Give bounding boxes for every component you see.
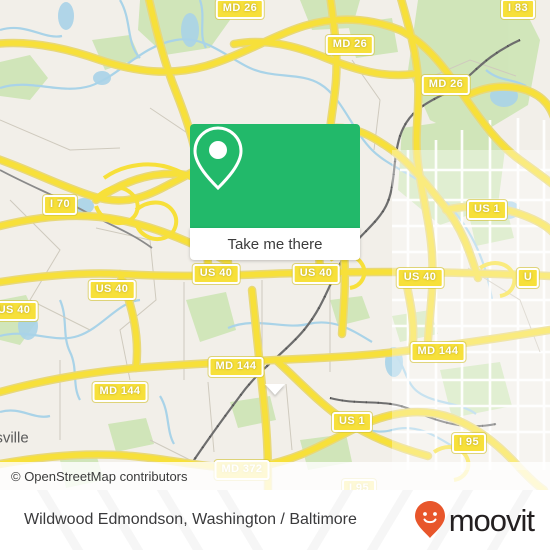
place-label: sville — [0, 429, 29, 447]
highway-shield: MD 144 — [92, 382, 148, 402]
highway-shield: US 40 — [292, 264, 340, 284]
map-canvas[interactable]: MD 26 I 83 MD 26 MD 26 I 70 US 1 US 40 US 40 US … — [0, 0, 550, 490]
highway-shield: MD 26 — [215, 0, 265, 19]
attribution-text: © OpenStreetMap contributors — [11, 468, 188, 484]
highway-shield: US 40 — [88, 280, 136, 300]
highway-shield: I 83 — [501, 0, 535, 19]
highway-shield: US 1 — [466, 200, 508, 220]
take-me-there-label: Take me there — [227, 235, 323, 253]
highway-shield: US 40 — [0, 301, 38, 321]
bottom-info-bar: Wildwood Edmondson, Washington / Baltimo… — [0, 490, 550, 550]
moovit-smiley-pin-icon — [414, 501, 445, 538]
location-popup-card[interactable]: Take me there — [190, 124, 360, 395]
popup-pointer-tail — [265, 384, 285, 395]
highway-shield: I 70 — [43, 195, 77, 215]
highway-shield: MD 144 — [208, 357, 264, 377]
highway-shield: US 1 — [331, 412, 373, 432]
highway-shield: US 40 — [396, 268, 444, 288]
highway-shield: U — [516, 268, 540, 288]
map-attribution: © OpenStreetMap contributors — [0, 462, 550, 490]
place-title-text: Wildwood Edmondson, Washington / Baltimo… — [24, 511, 357, 528]
place-title: Wildwood Edmondson, Washington / Baltimo… — [24, 490, 357, 550]
highway-shield: I 95 — [452, 433, 486, 453]
highway-shield: MD 26 — [325, 35, 375, 55]
map-screenshot: MD 26 I 83 MD 26 MD 26 I 70 US 1 US 40 US 40 US … — [0, 0, 550, 550]
take-me-there-button[interactable]: Take me there — [190, 228, 360, 260]
highway-shield: US 40 — [192, 264, 240, 284]
highway-shield: MD 144 — [410, 342, 466, 362]
moovit-logo[interactable]: moovit — [414, 490, 535, 550]
highway-shield: MD 26 — [421, 75, 471, 95]
urban-fabric — [392, 150, 550, 470]
moovit-wordmark: moovit — [448, 502, 535, 538]
map-pin-icon — [193, 126, 243, 191]
popup-image-area — [190, 124, 360, 228]
